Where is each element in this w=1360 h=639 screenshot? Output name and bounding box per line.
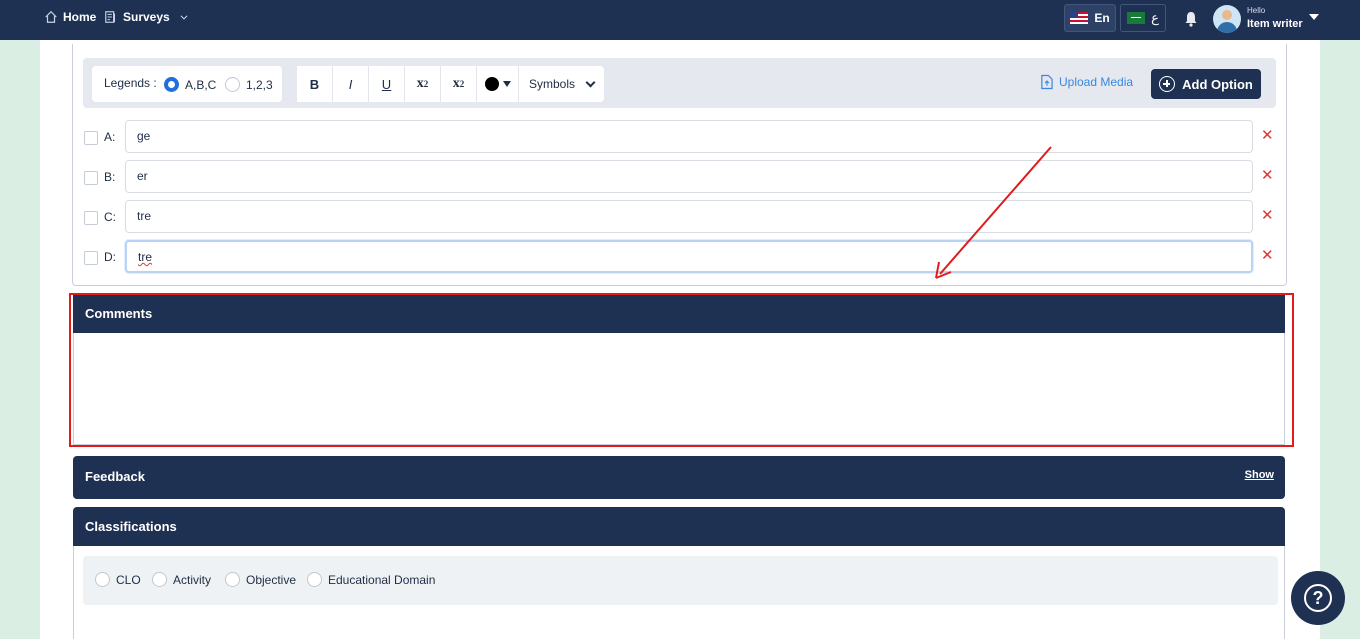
delete-option-b-icon[interactable]: ✕ bbox=[1261, 168, 1274, 184]
option-a-input[interactable]: ge bbox=[125, 120, 1253, 153]
italic-label: I bbox=[348, 76, 353, 92]
option-row-d: D: tre ✕ bbox=[83, 240, 1278, 274]
subscript-index: 2 bbox=[423, 79, 429, 89]
legend-123-radio[interactable] bbox=[225, 77, 240, 92]
subscript-label: x bbox=[416, 76, 424, 91]
surveys-icon bbox=[105, 11, 116, 23]
language-arabic-button[interactable]: ع bbox=[1120, 4, 1166, 32]
classifications-title: Classifications bbox=[85, 519, 177, 534]
classifications-header: Classifications bbox=[73, 507, 1285, 547]
surveys-label: Surveys bbox=[123, 10, 170, 24]
help-button[interactable]: ? bbox=[1291, 571, 1345, 625]
feedback-header[interactable]: Feedback Show bbox=[73, 456, 1285, 499]
language-english-button[interactable]: En bbox=[1064, 4, 1116, 32]
legend-abc-label: A,B,C bbox=[185, 78, 217, 92]
classification-objective-label: Objective bbox=[246, 573, 297, 587]
classification-activity-radio[interactable] bbox=[152, 572, 167, 587]
user-avatar[interactable] bbox=[1213, 5, 1241, 33]
comments-header: Comments bbox=[73, 294, 1285, 333]
bell-icon[interactable] bbox=[1184, 11, 1198, 27]
comments-title: Comments bbox=[85, 306, 153, 321]
feedback-title: Feedback bbox=[85, 469, 145, 484]
option-b-checkbox[interactable] bbox=[84, 171, 98, 185]
option-c-letter: C: bbox=[104, 210, 116, 224]
home-link[interactable]: Home bbox=[44, 10, 96, 24]
subscript-button[interactable]: x2 bbox=[405, 66, 441, 102]
superscript-index: 2 bbox=[459, 79, 465, 89]
option-c-input[interactable]: tre bbox=[125, 200, 1253, 233]
feedback-show-link[interactable]: Show bbox=[1245, 469, 1274, 481]
text-color-swatch bbox=[484, 77, 499, 91]
user-name: Item writer bbox=[1247, 18, 1303, 30]
comments-body[interactable] bbox=[73, 333, 1285, 445]
option-row-a: A: ge ✕ bbox=[83, 120, 1278, 154]
classification-educational-domain-radio[interactable] bbox=[307, 572, 322, 587]
bold-label: B bbox=[309, 76, 320, 92]
underline-button[interactable]: U bbox=[369, 66, 405, 102]
legend-123-label: 1,2,3 bbox=[246, 78, 273, 92]
text-color-picker[interactable] bbox=[477, 66, 519, 102]
saudi-flag-icon bbox=[1127, 12, 1146, 24]
classification-objective-radio[interactable] bbox=[225, 572, 240, 587]
bold-button[interactable]: B bbox=[297, 66, 333, 102]
symbols-label: Symbols bbox=[529, 77, 576, 91]
option-b-input[interactable]: er bbox=[125, 160, 1253, 193]
superscript-label: x bbox=[452, 76, 460, 91]
home-label: Home bbox=[63, 10, 97, 24]
option-d-letter: D: bbox=[104, 250, 116, 264]
legends-label: Legends : bbox=[104, 76, 157, 90]
delete-option-c-icon[interactable]: ✕ bbox=[1261, 208, 1274, 224]
delete-option-d-icon[interactable]: ✕ bbox=[1261, 248, 1274, 264]
add-option-button[interactable]: Add Option bbox=[1151, 69, 1261, 99]
classification-activity-label: Activity bbox=[173, 573, 212, 587]
option-c-checkbox[interactable] bbox=[84, 211, 98, 225]
question-mark-icon: ? bbox=[1304, 584, 1332, 612]
home-icon bbox=[45, 10, 57, 23]
top-navigation-bar: Home Surveys En ع Hello Item writer bbox=[0, 0, 1360, 40]
lang-ar-label: ع bbox=[1151, 10, 1159, 25]
symbols-select[interactable]: Symbols bbox=[519, 66, 604, 102]
italic-button[interactable]: I bbox=[333, 66, 369, 102]
option-d-input[interactable]: tre bbox=[125, 240, 1253, 273]
option-b-letter: B: bbox=[104, 170, 116, 184]
legend-abc-radio[interactable] bbox=[164, 77, 179, 92]
us-flag-icon bbox=[1070, 12, 1089, 24]
lang-en-label: En bbox=[1094, 11, 1110, 25]
surveys-menu[interactable]: Surveys bbox=[104, 10, 189, 24]
upload-media-button[interactable]: Upload Media bbox=[1040, 74, 1133, 90]
add-option-label: Add Option bbox=[1182, 76, 1253, 92]
classification-educational-domain-label: Educational Domain bbox=[328, 573, 436, 587]
delete-option-a-icon[interactable]: ✕ bbox=[1261, 128, 1274, 144]
option-a-letter: A: bbox=[104, 130, 116, 144]
classification-clo-label: CLO bbox=[116, 573, 141, 587]
superscript-button[interactable]: x2 bbox=[441, 66, 477, 102]
option-d-checkbox[interactable] bbox=[84, 251, 98, 265]
chevron-down-icon bbox=[585, 77, 596, 87]
classification-clo-radio[interactable] bbox=[95, 572, 110, 587]
user-menu-caret-icon[interactable] bbox=[1309, 14, 1319, 20]
format-button-group: B I U x2 x2 Symbols bbox=[297, 66, 604, 102]
plus-circle-icon bbox=[1159, 76, 1176, 92]
underline-label: U bbox=[381, 76, 392, 92]
user-greeting: Hello bbox=[1247, 6, 1266, 15]
option-a-checkbox[interactable] bbox=[84, 131, 98, 145]
caret-down-icon bbox=[502, 81, 511, 87]
chevron-down-icon bbox=[180, 15, 188, 20]
upload-media-label: Upload Media bbox=[1059, 75, 1134, 89]
option-row-c: C: tre ✕ bbox=[83, 200, 1278, 234]
upload-file-icon bbox=[1041, 74, 1053, 90]
option-row-b: B: er ✕ bbox=[83, 160, 1278, 194]
